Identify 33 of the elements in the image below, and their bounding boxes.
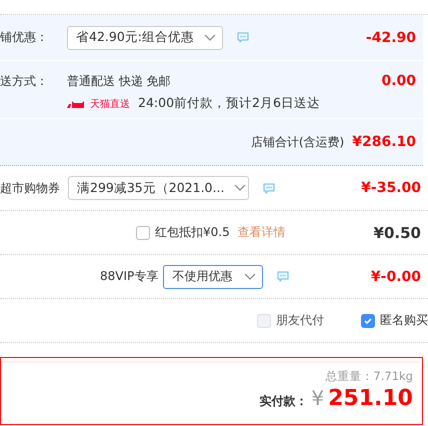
bonus-deduction-label: 红包抵扣¥0.5 [155,224,230,241]
option-label: 匿名购买 [380,312,428,329]
caret-icon [244,272,256,280]
currency-symbol: ¥ [311,386,324,410]
coupon-select[interactable]: 满299减35元（2021.0... [68,176,249,200]
option-checkbox[interactable] [361,314,375,328]
express-badge: 天猫直送 [67,96,130,110]
total-weight: 总重量：7.71kg [325,369,413,384]
coupon-amount: ¥-35.00 [361,180,421,196]
pay-total: 251.10 [328,386,413,411]
discount-label: 铺优惠： [0,29,49,46]
caret-icon [234,184,246,192]
pay-label: 实付款： [259,393,308,410]
chat-icon[interactable] [237,32,249,43]
coupon-label: 超市购物券 [0,180,61,196]
shop-total-label: 店铺合计(含运费) [250,134,344,150]
check-icon [363,316,373,326]
delivery-note: 24:00前付款，预计2月6日送达 [138,95,320,112]
discount-amount: -42.90 [366,30,416,46]
vip-amount: ¥-0.00 [370,268,421,284]
option-label: 朋友代付 [276,312,324,329]
caret-icon [204,34,216,42]
vip-label: 88VIP专享 [100,268,158,285]
delivery-amount: 0.00 [381,73,416,89]
bonus-amount: ¥0.50 [374,224,421,242]
chat-icon[interactable] [263,182,275,194]
bonus-checkbox[interactable] [136,226,150,240]
shop-total-amount: ¥286.10 [352,134,416,150]
chat-icon[interactable] [277,271,290,282]
delivery-method: 普通配送 快递 免邮 [67,73,172,90]
discount-select[interactable]: 省42.90元:组合优惠 [67,26,223,50]
delivery-label: 送方式： [0,73,49,90]
vip-select[interactable]: 不使用优惠 [163,264,264,288]
